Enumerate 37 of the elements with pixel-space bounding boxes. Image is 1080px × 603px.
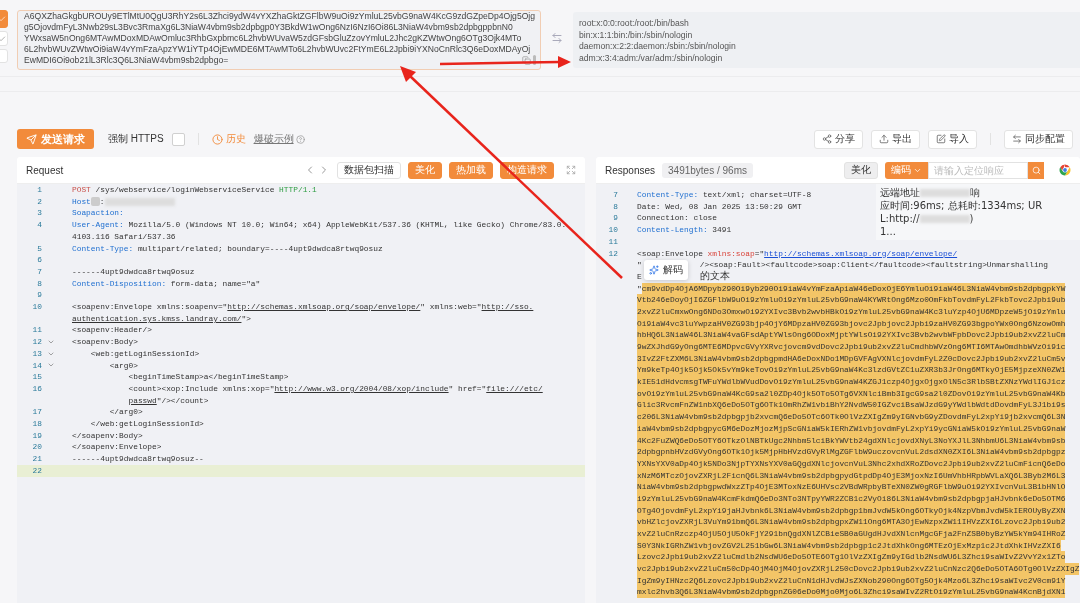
toolbar-button[interactable]: 分享 — [814, 129, 863, 149]
toolbar-button[interactable]: 导出 — [871, 129, 920, 149]
decode-input-field[interactable]: A6QXZhaGkgbUROUy9ETlMtU0QgU3RhY2s6L3Zhci9ydW4vYXZhaGktZGFlbW9uOi9zYmluL25vbG9naW4KcG9zdGZpeDp4Ojg5Ojg g5OjovdmFyL3Nwb29sL3Bvc3RmaXg6L3NiaW4vbm9sb2dpbgp0Y3BkdW1wOng6NzI6NzI6Oi86L3NiaW4vbm9sb2dpbgppbnN0 YWxsaW5nOng6MTAwMDoxMDAwOmluc3RhbGxpbmc6L2hvbWUvaW5zdGFsbGluZzovYmluL2Jhc2gKZWtwOng6OTg3Ojk4MTo 6L2hvbWUvZWtwOi9iaW4vYmFzaApzYW1iYTp4OjEwMDE6MTAwMTo6L2hvbWUvc2FtYmE6L2Jpbi9iYXNoCnRlc3Q6eDoxMDAyOj EwMDI6Oi9ob21lL3Rlc3Q6L3NiaW4vbm9sb2dpbgo= — [17, 10, 541, 70]
search-icon — [1031, 165, 1041, 175]
pen-square-icon — [936, 134, 946, 144]
toolbar-button[interactable]: 同步配置 — [1004, 129, 1073, 149]
copy-icon[interactable] — [522, 55, 531, 65]
swap-icon[interactable] — [551, 32, 563, 44]
toolbar-button[interactable]: 导入 — [928, 129, 977, 149]
check-icon — [0, 34, 6, 43]
info-text: L:http:// ) — [880, 212, 975, 225]
code-line: 的文本 — [699, 270, 730, 283]
info-text: 应时间:96ms; 总耗时:1334ms; UR — [880, 199, 1044, 212]
arrows-icon — [1012, 134, 1022, 144]
decode-button[interactable]: 解码 — [644, 260, 688, 280]
info-text: 1... — [880, 225, 897, 238]
checkbox-label: 强制 HTTPS — [108, 132, 164, 146]
send-icon — [26, 133, 37, 145]
clock-icon — [211, 133, 223, 145]
beautify-button[interactable]: 美化 — [844, 161, 878, 179]
browser-icon[interactable] — [1059, 164, 1071, 176]
search-button[interactable] — [1028, 161, 1044, 179]
chevron-icon[interactable] — [47, 338, 55, 346]
decode-output-field[interactable]: root:x:0:0:root:/root:/bin/bash bin:x:1:1:bin:/bin:/sbin/nologin daemon:x:2:2:daemon:/sbin:/sbin/nologin adm:x:3:4:adm:/var/adm:/sbin/nologin — [573, 12, 1080, 68]
size-tag: 3491bytes / 96ms — [662, 162, 753, 178]
panel-title: Responses — [605, 164, 656, 176]
check-icon — [0, 15, 6, 23]
example-link[interactable]: 爆破示例 — [253, 132, 294, 146]
panel-title: Request — [26, 164, 64, 176]
info-text: 远端地址 响 — [880, 186, 981, 199]
fullscreen-icon[interactable] — [566, 165, 576, 175]
upload-icon — [879, 134, 889, 144]
checkbox[interactable] — [171, 132, 185, 146]
sparkle-icon — [649, 265, 659, 275]
share-icon — [822, 134, 832, 144]
editor-button[interactable]: 数据包扫描 — [337, 161, 401, 179]
help-icon[interactable] — [295, 134, 305, 144]
